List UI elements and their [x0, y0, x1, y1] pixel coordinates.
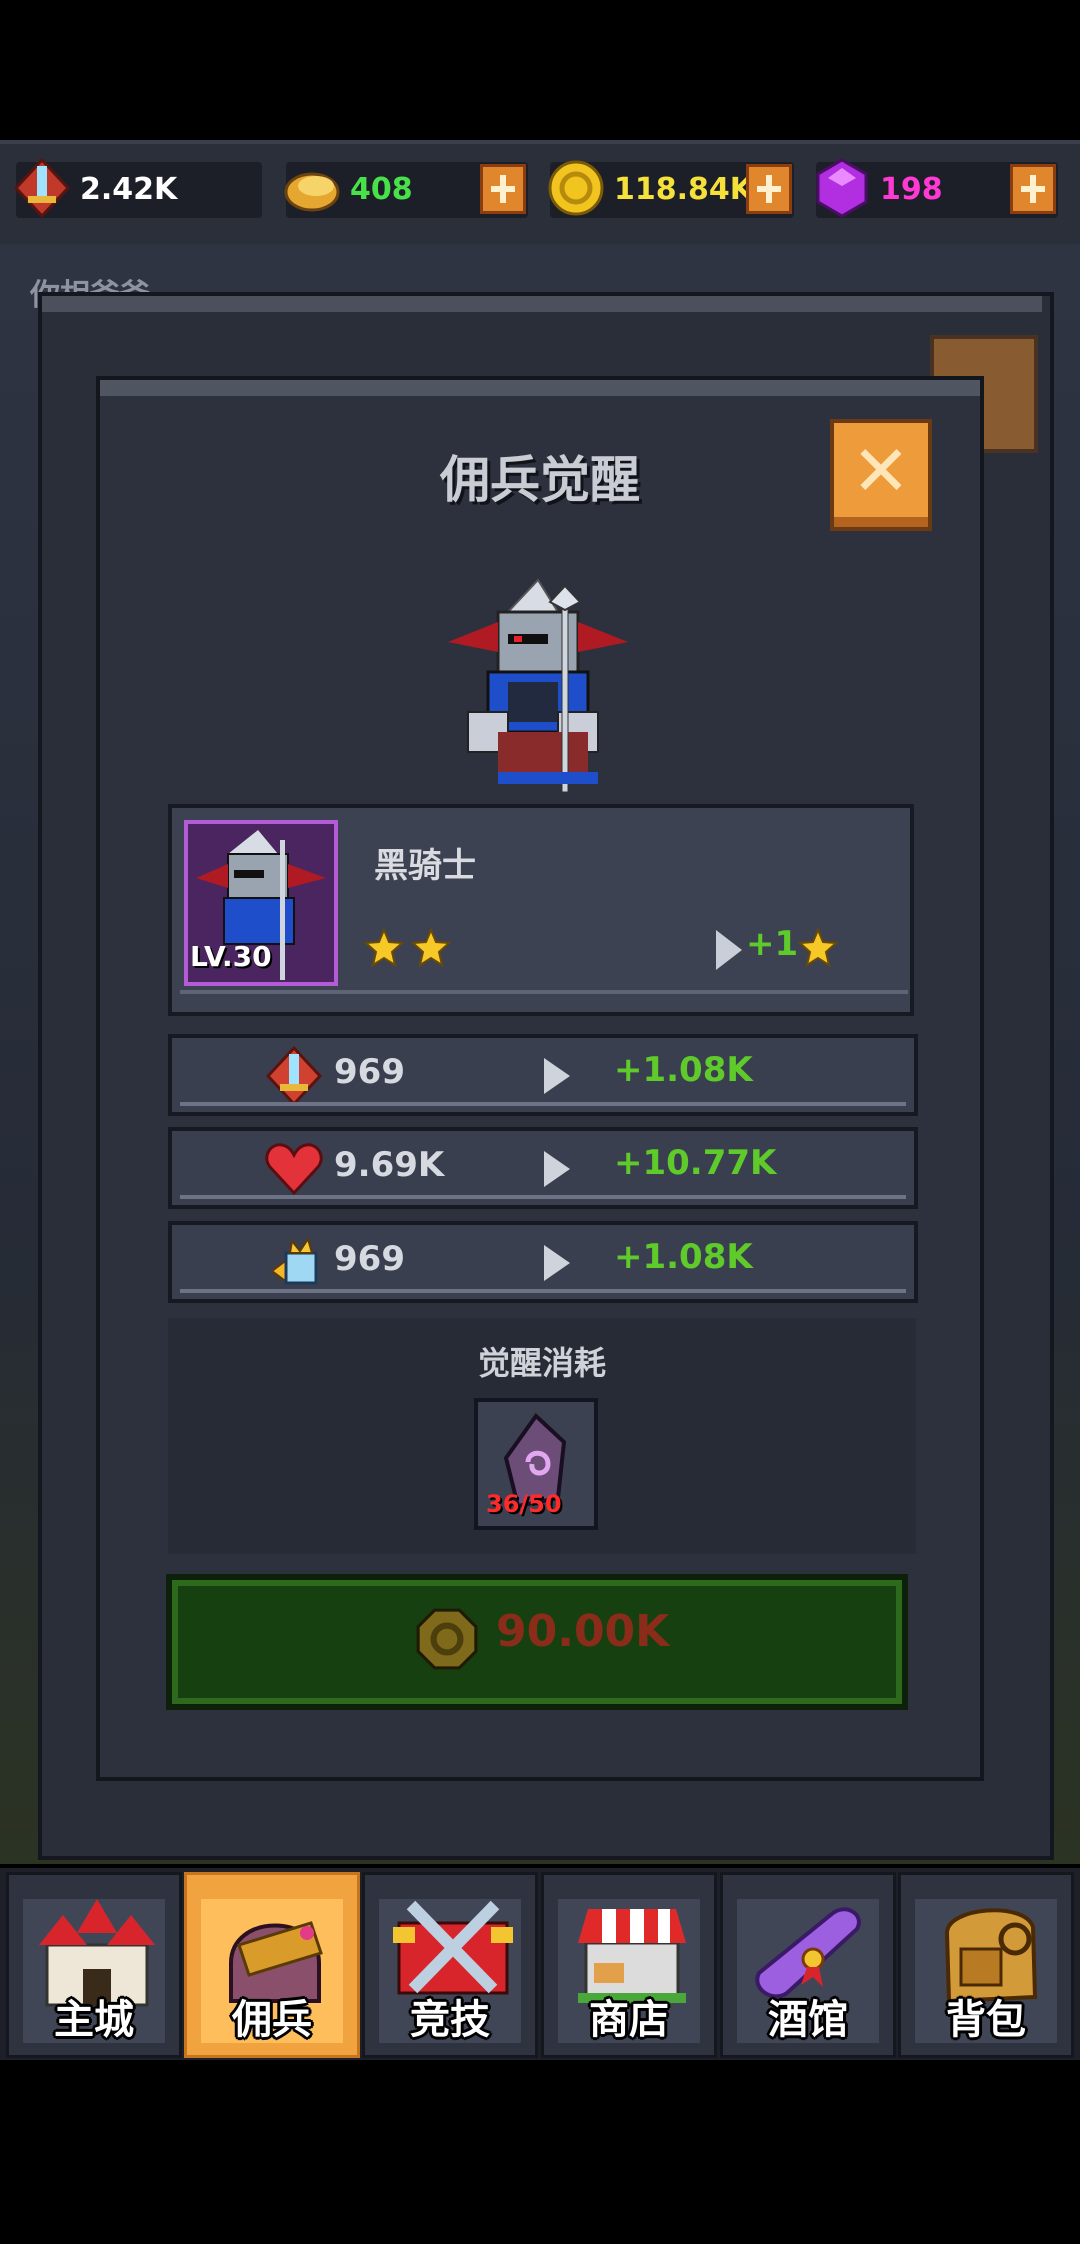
resource-bread: 408: [284, 162, 528, 218]
star-icon: [411, 928, 451, 968]
nav-tab-label: 酒馆: [768, 1997, 848, 2043]
close-button[interactable]: ✕: [830, 419, 932, 531]
resource-gold-value: 118.84K: [614, 172, 754, 207]
stat-bonus: +1.08K: [614, 1237, 753, 1277]
add-gold-button[interactable]: [746, 164, 792, 214]
nav-tab-arena[interactable]: 竞技: [362, 1872, 538, 2058]
stat-underline: [180, 1195, 906, 1199]
nav-tab-mercenary[interactable]: 佣兵: [184, 1872, 360, 2058]
add-gem-button[interactable]: [1010, 164, 1056, 214]
stat-row-attack: 969 +1.08K: [168, 1034, 918, 1116]
awaken-cost-title: 觉醒消耗: [477, 1344, 606, 1382]
nav-tab-tavern[interactable]: 酒馆: [720, 1872, 896, 2058]
hero-name: 黑骑士: [374, 846, 476, 886]
nav-tab-label: 佣兵: [232, 1997, 312, 2043]
nav-tab-label: 商店: [589, 1997, 669, 2043]
attack-gem-icon: [13, 157, 71, 219]
stat-current: 9.69K: [334, 1145, 445, 1185]
nav-tab-backpack[interactable]: 背包: [898, 1872, 1074, 2058]
star-bonus: +1: [746, 924, 799, 964]
nav-tab-shop[interactable]: 商店: [541, 1872, 717, 2058]
resource-bread-value: 408: [350, 172, 413, 207]
stat-row-speed: 969 +1.08K: [168, 1221, 918, 1303]
nav-tab-label: 竞技: [410, 1997, 490, 2043]
stat-current: 969: [334, 1052, 405, 1092]
star-icon: [798, 928, 838, 968]
nav-tab-main-city[interactable]: 主城: [6, 1872, 182, 2058]
resource-attack-value: 2.42K: [80, 172, 178, 207]
resource-gem: 198: [816, 158, 1058, 218]
star-icon: [364, 928, 404, 968]
attack-icon: [265, 1045, 323, 1107]
resource-gem-value: 198: [880, 172, 943, 207]
awaken-price: 90.00K: [496, 1606, 670, 1657]
stat-underline: [180, 1102, 906, 1106]
resource-bar: 2.42K 408 118.84K 198: [0, 140, 1080, 248]
purple-gem-icon: [816, 158, 868, 218]
stat-bonus: +10.77K: [614, 1143, 777, 1183]
close-icon: ✕: [851, 430, 911, 512]
arrow-right-icon: [544, 1151, 570, 1187]
nav-tab-label: 背包: [946, 1997, 1026, 2043]
hero-sprite: [448, 578, 628, 792]
stat-current: 969: [334, 1239, 405, 1279]
stat-row-health: 9.69K +10.77K: [168, 1127, 918, 1209]
stat-underline: [180, 1289, 906, 1293]
awaken-stone-count: 36/50: [486, 1490, 562, 1518]
nav-tab-label: 主城: [54, 1997, 134, 2043]
arrow-right-icon: [716, 930, 742, 970]
stat-bonus: +1.08K: [614, 1050, 753, 1090]
gold-coin-icon: [416, 1608, 478, 1670]
arrow-right-icon: [544, 1245, 570, 1281]
speed-fist-icon: [270, 1236, 318, 1285]
add-bread-button[interactable]: [480, 164, 526, 214]
hero-card-divider: [180, 990, 908, 994]
resource-gold: 118.84K: [548, 160, 794, 218]
dialog-top-bar: [100, 380, 980, 396]
gold-coin-icon: [548, 160, 604, 216]
background-panel-bar: [42, 296, 1042, 312]
health-heart-icon: [265, 1143, 323, 1196]
resource-attack: 2.42K: [13, 157, 262, 219]
arrow-right-icon: [544, 1058, 570, 1094]
hero-level: LV.30: [190, 940, 272, 973]
bread-icon: [284, 172, 340, 212]
